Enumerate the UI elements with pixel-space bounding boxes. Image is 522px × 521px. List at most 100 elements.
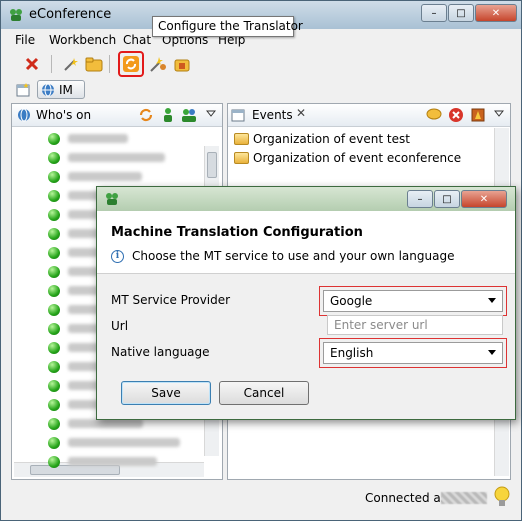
online-status-icon <box>48 380 60 392</box>
url-label: Url <box>111 319 129 333</box>
dialog-header: Machine Translation Configuration i Choo… <box>97 211 515 274</box>
contact-item[interactable] <box>48 168 178 187</box>
refresh-icon[interactable] <box>138 107 154 123</box>
native-language-select[interactable]: English <box>323 342 503 364</box>
disconnect-icon[interactable] <box>21 53 43 75</box>
tooltip: Configure the Translator <box>152 16 303 37</box>
toolbar-separator <box>51 55 52 73</box>
app-icon <box>106 193 118 205</box>
whos-on-title: Who's on <box>36 108 92 122</box>
mt-provider-select[interactable]: Google <box>323 290 503 312</box>
open-perspective-icon[interactable] <box>15 82 31 98</box>
online-status-icon <box>48 228 60 240</box>
dialog-info: i Choose the MT service to use and your … <box>111 249 454 263</box>
chat-icon[interactable] <box>426 108 442 122</box>
online-status-icon <box>48 342 60 354</box>
im-perspective-tab[interactable]: IM <box>37 80 85 99</box>
mt-provider-value: Google <box>330 294 373 308</box>
status-bar: Connected as <box>1 483 521 519</box>
native-language-label: Native language <box>111 345 210 359</box>
online-status-icon <box>48 285 60 297</box>
events-title: Events <box>252 108 293 122</box>
online-status-icon <box>48 209 60 221</box>
group-icon[interactable] <box>180 107 198 123</box>
toolbar <box>1 49 521 79</box>
window-title: eConference <box>29 7 112 22</box>
online-status-icon <box>48 361 60 373</box>
dialog-close-button[interactable]: ✕ <box>461 190 507 208</box>
fire-icon[interactable] <box>470 107 486 123</box>
toolbar-separator <box>109 55 110 73</box>
online-status-icon <box>48 247 60 259</box>
minimize-button[interactable]: – <box>421 4 447 22</box>
user-wand-icon[interactable] <box>147 53 169 75</box>
menu-workbench[interactable]: Workbench <box>49 33 116 47</box>
users-icon[interactable] <box>160 107 176 123</box>
im-label: IM <box>59 82 73 97</box>
contact-item[interactable] <box>48 434 180 453</box>
contact-item[interactable] <box>48 453 178 472</box>
menu-chat[interactable]: Chat <box>123 33 151 47</box>
configure-translator-button[interactable] <box>118 51 144 77</box>
whos-on-header: Who's on <box>12 104 222 127</box>
close-button[interactable]: ✕ <box>475 4 517 22</box>
dialog-maximize-button[interactable]: □ <box>434 190 460 208</box>
events-header: Events ✕ <box>228 104 510 127</box>
username-redacted <box>441 492 487 504</box>
cancel-button[interactable]: Cancel <box>219 381 309 405</box>
url-input[interactable]: Enter server url <box>327 315 503 335</box>
view-menu-icon[interactable] <box>494 110 504 118</box>
perspective-bar: IM <box>1 79 521 101</box>
online-status-icon <box>48 133 60 145</box>
maximize-button[interactable]: □ <box>448 4 474 22</box>
view-menu-icon[interactable] <box>206 110 216 118</box>
event-label: Organization of event econference <box>253 151 462 165</box>
app-icon <box>9 8 23 22</box>
contact-name-redacted <box>68 153 165 162</box>
event-item[interactable]: Organization of event test <box>234 130 410 148</box>
chevron-down-icon <box>488 350 496 355</box>
native-language-value: English <box>330 346 374 360</box>
event-label: Organization of event test <box>253 132 410 146</box>
events-icon <box>231 109 245 122</box>
event-folder-icon <box>234 152 249 164</box>
online-status-icon <box>48 171 60 183</box>
stop-icon[interactable] <box>448 107 464 123</box>
online-status-icon <box>48 437 60 449</box>
close-tab-icon[interactable]: ✕ <box>296 106 306 120</box>
dialog-minimize-button[interactable]: – <box>407 190 433 208</box>
menu-file[interactable]: File <box>15 33 35 47</box>
dialog-heading: Machine Translation Configuration <box>111 225 363 240</box>
folder-icon[interactable] <box>83 53 105 75</box>
contact-name-redacted <box>68 172 142 181</box>
event-item[interactable]: Organization of event econference <box>234 149 461 167</box>
dialog-info-text: Choose the MT service to use and your ow… <box>132 249 455 263</box>
globe-icon <box>18 108 30 122</box>
contact-item[interactable] <box>48 149 178 168</box>
save-button[interactable]: Save <box>121 381 211 405</box>
lightbulb-icon[interactable] <box>493 485 511 509</box>
online-status-icon <box>48 190 60 202</box>
online-status-icon <box>48 418 60 430</box>
mt-config-dialog: – □ ✕ Machine Translation Configuration … <box>96 186 516 420</box>
event-folder-icon <box>234 133 249 145</box>
chevron-down-icon <box>488 298 496 303</box>
online-status-icon <box>48 152 60 164</box>
scroll-thumb[interactable] <box>207 152 217 178</box>
online-status-icon <box>48 304 60 316</box>
online-status-icon <box>48 456 60 468</box>
contact-item[interactable] <box>48 130 178 149</box>
online-status-icon <box>48 399 60 411</box>
lock-icon[interactable] <box>171 53 193 75</box>
contact-name-redacted <box>68 419 143 428</box>
info-icon: i <box>111 249 124 263</box>
wand-icon[interactable] <box>59 53 81 75</box>
online-status-icon <box>48 266 60 278</box>
connected-as-label: Connected as <box>365 491 448 505</box>
dialog-title-bar: – □ ✕ <box>97 187 515 211</box>
mt-provider-label: MT Service Provider <box>111 293 231 307</box>
online-status-icon <box>48 323 60 335</box>
contact-name-redacted <box>68 457 157 466</box>
contact-name-redacted <box>68 438 180 447</box>
globe-icon <box>42 83 54 96</box>
